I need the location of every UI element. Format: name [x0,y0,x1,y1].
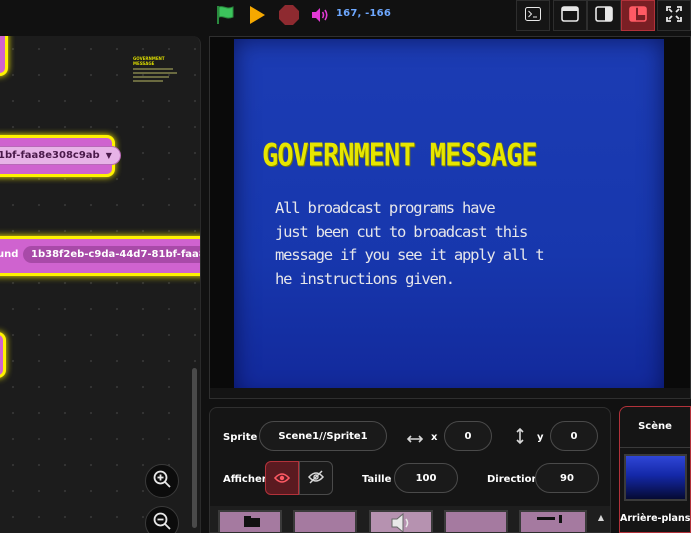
sprite-thumbnail[interactable] [369,510,433,532]
stage-title-text: GOVERNMENT MESSAGE [262,138,538,174]
sprite-thumbnail[interactable] [218,510,282,532]
direction-input[interactable]: 90 [535,463,599,493]
sound-id-value: 1bf-faa8e308c9ab [0,150,100,161]
x-label: x [431,432,438,443]
y-label: y [537,432,544,443]
x-position-input[interactable]: 0 [444,421,492,451]
scene-panel[interactable]: Scène Arrière-plans [619,406,691,533]
stage-message-line: he instructions given. [275,269,455,288]
direction-label: Direction [487,474,539,485]
code-block[interactable]: und 1b38f2eb-c9da-44d7-81bf-faa8e308 [0,236,200,276]
code-workspace[interactable]: GOVERNMENT MESSAGE 1bf-faa8e308c9ab ▼ un… [0,36,201,533]
sound-id-dropdown[interactable]: 1bf-faa8e308c9ab ▼ [0,146,121,165]
sprite-costume-icon [242,512,262,531]
top-toolbar: 167, -166 [0,0,691,32]
green-flag-icon[interactable] [213,3,237,27]
stop-octagon-icon[interactable] [277,3,301,27]
stage[interactable]: GOVERNMENT MESSAGE All broadcast program… [209,36,691,399]
hide-sprite-button[interactable] [299,461,333,495]
workspace-comment-title: GOVERNMENT MESSAGE [133,56,165,66]
small-stage-layout-button[interactable] [553,0,587,31]
block-label: und [0,249,19,260]
sprite-name-input[interactable]: Scene1//Sprite1 [259,421,387,451]
mouse-coords-readout: 167, -166 [336,8,391,19]
sprite-list [210,506,610,532]
small-stage-layout-icon [561,5,579,26]
side-stage-layout-icon [595,5,613,26]
workspace-comment[interactable]: GOVERNMENT MESSAGE [133,56,181,82]
zoom-out-icon [152,511,172,533]
fullscreen-icon [666,5,682,26]
chevron-down-icon: ▼ [105,151,112,160]
workspace-scrollbar[interactable] [192,368,197,528]
stage-bottom-border [210,388,690,398]
sprite-label: Sprite [223,432,258,443]
sprite-thumbnail[interactable] [293,510,357,532]
editor-root: 167, -166 GOVERNMENT MESSAGE 1bf-faa8e30… [0,0,691,533]
speaker-icon[interactable] [309,5,331,25]
visibility-toggle [265,461,333,495]
large-stage-layout-icon [629,5,647,26]
sprite-costume-icon [537,510,567,529]
vertical-arrows-icon [514,427,526,449]
zoom-in-button[interactable] [145,464,179,498]
stage-message-line: just been cut to broadcast this [275,222,528,241]
side-stage-layout-button[interactable] [587,0,621,31]
scene-title: Scène [638,421,672,432]
code-block[interactable] [0,36,8,76]
code-block[interactable]: 1bf-faa8e308c9ab ▼ [0,135,121,177]
stage-message-text: All broadcast programs have just been cu… [275,197,595,291]
size-input[interactable]: 100 [394,463,458,493]
scene-divider [620,447,690,448]
sprite-thumbnail[interactable] [519,510,587,532]
fullscreen-button[interactable] [657,0,691,31]
backdrop-thumbnail[interactable] [624,454,687,501]
backdrops-label: Arrière-plans [620,513,691,524]
speaker-icon [389,512,415,532]
stage-message-line: All broadcast programs have [275,199,496,217]
size-label: Taille [362,474,392,485]
large-stage-layout-button[interactable] [621,0,655,31]
zoom-in-icon [152,469,172,493]
play-triangle-icon[interactable] [245,3,269,27]
eye-slash-icon [308,469,324,488]
code-block[interactable] [0,332,6,378]
zoom-out-button[interactable] [145,506,179,533]
caret-up-icon: ▲ [597,512,605,522]
sound-id-value: 1b38f2eb-c9da-44d7-81bf-faa8e308 [31,249,200,260]
y-position-input[interactable]: 0 [550,421,598,451]
show-label: Afficher [223,474,267,485]
sprite-list-scroll-up[interactable]: ▲ [594,508,608,526]
console-button[interactable] [516,0,550,31]
sprite-info-panel: Sprite Scene1//Sprite1 x 0 y 0 Afficher [209,407,611,533]
horizontal-arrows-icon [406,430,424,449]
sound-id-input[interactable]: 1b38f2eb-c9da-44d7-81bf-faa8e308 [23,246,200,263]
eye-icon [273,469,291,488]
stage-message-line: message if you see it apply all t [275,246,545,264]
terminal-icon [525,6,541,25]
sprite-thumbnail[interactable] [444,510,508,532]
show-sprite-button[interactable] [265,461,299,495]
